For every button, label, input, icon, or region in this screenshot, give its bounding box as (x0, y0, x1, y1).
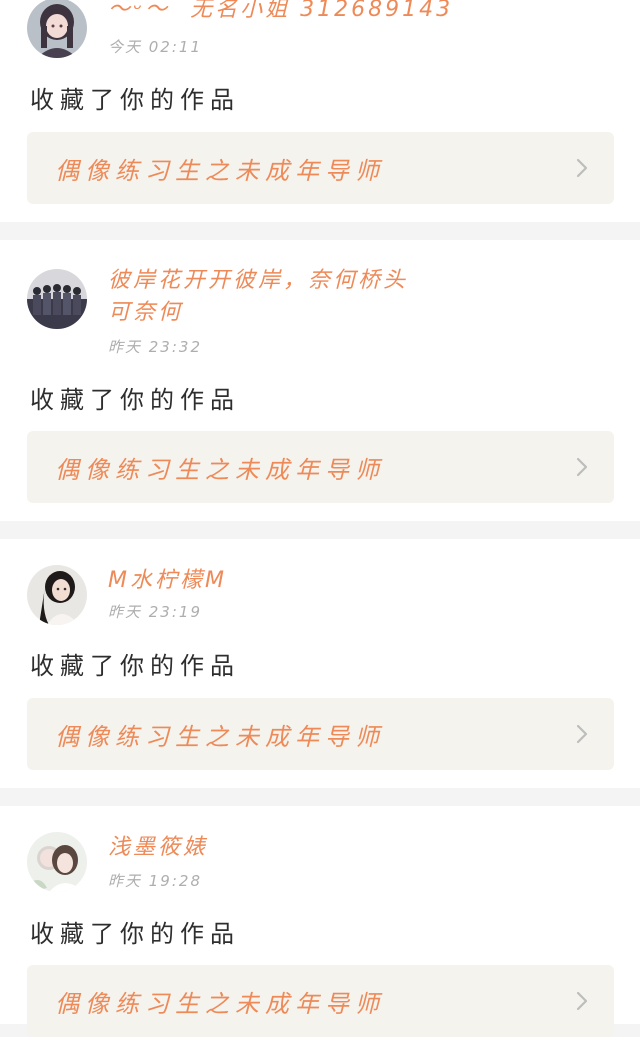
timestamp: 昨天 19:28 (108, 872, 202, 890)
chevron-right-icon (576, 724, 588, 744)
username[interactable]: 〜ᵕ〜 无名小姐 312689143 (108, 0, 450, 26)
work-link[interactable]: 偶像练习生之未成年导师 (27, 431, 614, 503)
work-link[interactable]: 偶像练习生之未成年导师 (27, 132, 614, 204)
username-text: 无名小姐 312689143 (190, 0, 454, 22)
action-text: 收藏了你的作品 (30, 386, 240, 414)
work-title: 偶像练习生之未成年导师 (55, 989, 385, 1018)
avatar-image (27, 269, 87, 329)
notification-card: 浅墨筱婊 昨天 19:28 收藏了你的作品 偶像练习生之未成年导师 (0, 806, 640, 1037)
username[interactable]: 彼岸花开开彼岸，奈何桥头可奈何 (108, 265, 408, 329)
timestamp: 昨天 23:19 (108, 603, 202, 621)
avatar-image (27, 832, 87, 892)
username[interactable]: M水柠檬M (108, 565, 408, 597)
notification-card: M水柠檬M 昨天 23:19 收藏了你的作品 偶像练习生之未成年导师 (0, 539, 640, 788)
work-title: 偶像练习生之未成年导师 (55, 722, 385, 751)
avatar[interactable] (27, 269, 87, 329)
chevron-right-icon (576, 457, 588, 477)
work-link[interactable]: 偶像练习生之未成年导师 (27, 698, 614, 770)
chevron-right-icon (576, 991, 588, 1011)
action-text: 收藏了你的作品 (30, 86, 240, 114)
avatar[interactable] (27, 0, 87, 58)
avatar-image (27, 565, 87, 625)
avatar[interactable] (27, 565, 87, 625)
notification-card: 彼岸花开开彼岸，奈何桥头可奈何 昨天 23:32 收藏了你的作品 偶像练习生之未… (0, 240, 640, 521)
chevron-right-icon (576, 158, 588, 178)
avatar[interactable] (27, 832, 87, 892)
notification-card: 〜ᵕ〜 无名小姐 312689143 今天 02:11 收藏了你的作品 偶像练习生… (0, 0, 640, 222)
action-text: 收藏了你的作品 (30, 920, 240, 948)
username-prefix: 〜ᵕ〜 (108, 0, 171, 22)
avatar-image (27, 0, 87, 58)
username[interactable]: 浅墨筱婊 (108, 832, 408, 864)
timestamp: 今天 02:11 (108, 38, 202, 56)
work-title: 偶像练习生之未成年导师 (55, 156, 385, 185)
timestamp: 昨天 23:32 (108, 338, 202, 356)
action-text: 收藏了你的作品 (30, 652, 240, 680)
work-title: 偶像练习生之未成年导师 (55, 455, 385, 484)
work-link[interactable]: 偶像练习生之未成年导师 (27, 965, 614, 1037)
